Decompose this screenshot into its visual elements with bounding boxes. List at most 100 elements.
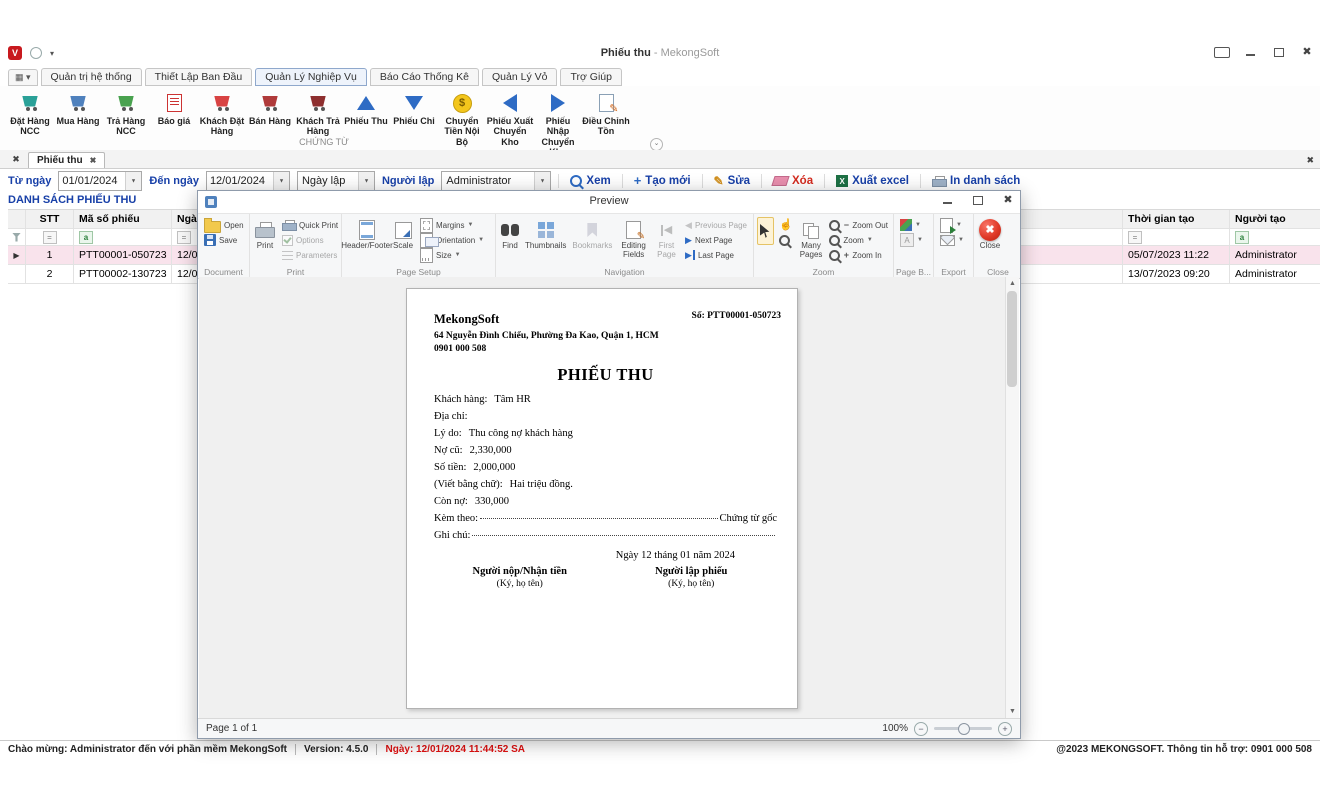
filter-row-indicator (8, 229, 26, 245)
column-header-creator[interactable]: Người tạo (1230, 210, 1320, 228)
from-date-input[interactable] (58, 171, 142, 191)
options-button[interactable]: Options (279, 233, 341, 247)
export-to-button[interactable] (937, 218, 967, 232)
minimize-button[interactable] (1244, 46, 1258, 58)
equals-filter-icon[interactable] (43, 231, 57, 244)
cell-creator: Administrator (1230, 265, 1320, 283)
tab-quan-tri-he-thong[interactable]: Quản trị hệ thống (41, 68, 142, 86)
to-date-field[interactable] (207, 175, 273, 187)
size-button[interactable]: Size (417, 248, 487, 262)
header-footer-button[interactable]: Header/Footer (345, 217, 389, 252)
tab-quan-ly-vo[interactable]: Quản Lý Vỏ (482, 68, 557, 86)
equals-filter-icon[interactable] (177, 231, 191, 244)
view-button[interactable]: Xem (566, 175, 614, 187)
equals-filter-icon[interactable] (1128, 231, 1142, 244)
restore-button[interactable] (1272, 46, 1286, 58)
zoom-in-icon[interactable]: + (998, 722, 1012, 736)
print-list-button[interactable]: In danh sách (928, 175, 1024, 187)
display-icon[interactable] (1214, 47, 1230, 58)
zoom-out-icon[interactable]: − (914, 722, 928, 736)
bookmark-icon (587, 223, 597, 237)
to-date-input[interactable] (206, 171, 290, 191)
next-page-button[interactable]: Next Page (682, 233, 750, 247)
magnifier-tool-button[interactable] (776, 233, 796, 247)
find-button[interactable]: Find (499, 217, 521, 252)
scroll-up-icon[interactable] (1006, 277, 1019, 290)
cart-icon (262, 96, 279, 111)
delete-button[interactable]: Xóa (769, 175, 817, 187)
text-filter-icon[interactable] (79, 231, 93, 244)
filter-cell-creator[interactable] (1230, 229, 1320, 245)
bookmarks-button[interactable]: Bookmarks (570, 217, 614, 252)
preview-maximize-button[interactable] (971, 194, 985, 206)
close-all-tabs-icon[interactable] (8, 152, 24, 167)
send-email-button[interactable] (937, 233, 967, 247)
zoom-slider[interactable] (934, 727, 992, 730)
previous-page-button[interactable]: Previous Page (682, 218, 750, 232)
quick-print-button[interactable]: Quick Print (279, 218, 341, 232)
menu-grid-icon[interactable] (8, 69, 38, 86)
many-pages-button[interactable]: Many Pages (798, 217, 825, 261)
tab-tro-giup[interactable]: Trợ Giúp (560, 68, 622, 86)
zoom-slider-thumb[interactable] (958, 723, 970, 735)
export-excel-button[interactable]: Xuất excel (832, 175, 913, 187)
filter-cell-code[interactable] (74, 229, 172, 245)
print-button[interactable]: Print (253, 217, 277, 252)
tab-quan-ly-nghiep-vu[interactable]: Quản Lý Nghiệp Vụ (255, 68, 367, 86)
row-indicator (8, 246, 26, 264)
scrollbar-thumb[interactable] (1007, 291, 1017, 387)
hand-tool-button[interactable] (776, 218, 796, 232)
watermark-button[interactable] (897, 233, 926, 247)
chevron-down-icon[interactable] (534, 172, 550, 190)
to-date-label: Đến ngày (149, 175, 199, 187)
doc-tab-phieu-thu[interactable]: Phiếu thu (28, 152, 105, 168)
zoom-in-button[interactable]: +Zoom In (826, 248, 891, 262)
open-button[interactable]: Open (201, 218, 247, 232)
column-header-stt[interactable]: STT (26, 210, 74, 228)
preview-scrollbar[interactable] (1005, 277, 1019, 718)
app-window: Phiếu thu - MekongSoft Quản trị hệ thống… (0, 0, 1320, 800)
cell-stt: 1 (26, 246, 74, 264)
scale-button[interactable]: Scale (391, 217, 415, 252)
tabstrip-close-icon[interactable] (1306, 155, 1314, 166)
chevron-down-icon[interactable] (358, 172, 374, 190)
printer-icon (255, 222, 275, 238)
scroll-down-icon[interactable] (1006, 705, 1019, 718)
from-date-field[interactable] (59, 175, 125, 187)
preview-minimize-button[interactable] (941, 194, 955, 206)
filter-cell-created[interactable] (1123, 229, 1230, 245)
zoom-out-button[interactable]: −Zoom Out (826, 218, 891, 232)
chevron-down-icon[interactable] (273, 172, 289, 190)
first-page-button[interactable]: First Page (653, 217, 680, 261)
column-header-code[interactable]: Mã số phiếu (74, 210, 172, 228)
create-new-button[interactable]: Tạo mới (630, 175, 695, 187)
filter-cell-stt[interactable] (26, 229, 74, 245)
orientation-button[interactable]: Orientation (417, 233, 487, 247)
pointer-tool-button[interactable] (757, 217, 774, 245)
date-type-select[interactable]: Ngày lập (297, 171, 375, 191)
margins-button[interactable]: Margins (417, 218, 487, 232)
save-button[interactable]: Save (201, 233, 247, 247)
tab-thiet-lap-ban-dau[interactable]: Thiết Lập Ban Đầu (145, 68, 253, 86)
editing-fields-button[interactable]: Editing Fields (616, 217, 651, 261)
close-window-button[interactable] (1300, 46, 1314, 58)
close-tab-icon[interactable] (90, 156, 97, 165)
page-color-button[interactable] (897, 218, 926, 232)
last-page-button[interactable]: Last Page (682, 248, 750, 262)
cart-icon (118, 96, 135, 111)
group-label-navigation: Navigation (496, 267, 753, 277)
parameters-button[interactable]: Parameters (279, 248, 341, 262)
zoom-button[interactable]: Zoom (826, 233, 891, 247)
chevron-down-icon[interactable] (125, 172, 141, 190)
receipt-line-customer: Khách hàng:Tâm HR (434, 394, 777, 405)
close-preview-button[interactable]: Close (977, 217, 1003, 252)
dotted-leader (472, 535, 775, 536)
column-header-created[interactable]: Thời gian tạo (1123, 210, 1230, 228)
creator-select[interactable]: Administrator (441, 171, 551, 191)
text-filter-icon[interactable] (1235, 231, 1249, 244)
thumbnails-button[interactable]: Thumbnails (523, 217, 568, 252)
preview-close-button[interactable] (1001, 194, 1015, 206)
preview-title-bar[interactable]: Preview (198, 191, 1020, 213)
edit-button[interactable]: Sửa (710, 174, 754, 188)
tab-bao-cao-thong-ke[interactable]: Báo Cáo Thống Kê (370, 68, 479, 86)
